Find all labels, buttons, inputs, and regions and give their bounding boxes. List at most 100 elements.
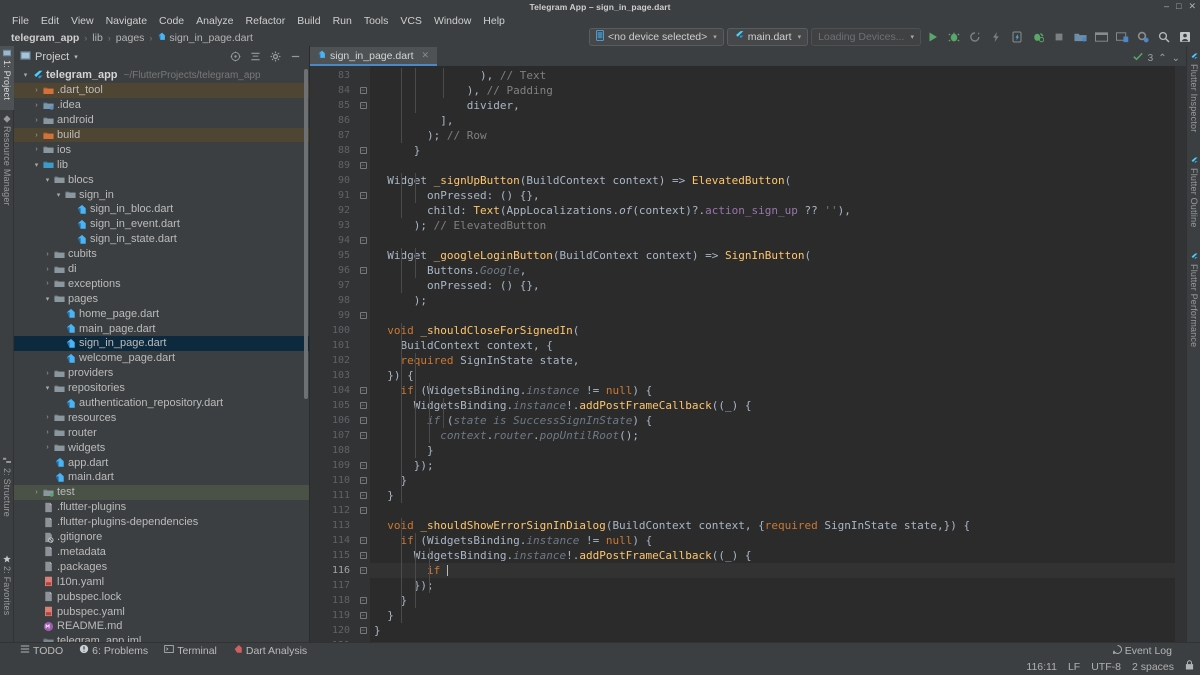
menu-item-build[interactable]: Build <box>291 14 326 29</box>
read-only-icon[interactable] <box>1185 660 1194 673</box>
minimize-button[interactable]: – <box>1164 2 1169 11</box>
code-line[interactable]: }); <box>370 578 1186 593</box>
inspection-prev-button[interactable]: ⌃ <box>1158 53 1166 64</box>
tree-node--metadata[interactable]: .metadata <box>14 545 309 560</box>
tree-node-cubits[interactable]: › cubits <box>14 247 309 262</box>
project-structure-icon[interactable] <box>1071 28 1089 46</box>
chevron-right-icon[interactable]: › <box>42 266 53 273</box>
fold-toggle-icon[interactable]: − <box>356 143 370 158</box>
code-line[interactable]: }); <box>370 458 1186 473</box>
breadcrumb-file[interactable]: sign_in_page.dart <box>154 32 255 44</box>
code-line[interactable]: } <box>370 488 1186 503</box>
hot-reload-icon[interactable] <box>987 28 1005 46</box>
menu-item-edit[interactable]: Edit <box>35 14 65 29</box>
fold-toggle-icon[interactable]: − <box>356 638 370 642</box>
code-line[interactable]: Widget _signUpButton(BuildContext contex… <box>370 173 1186 188</box>
tree-node-android[interactable]: › android <box>14 113 309 128</box>
open-devtools-icon[interactable] <box>1029 28 1047 46</box>
menu-item-vcs[interactable]: VCS <box>394 14 428 29</box>
code-line[interactable]: } <box>370 473 1186 488</box>
fold-toggle-icon[interactable]: − <box>356 428 370 443</box>
rail-item-favorites[interactable]: 2: Favorites <box>0 552 14 642</box>
locate-icon[interactable] <box>230 51 241 62</box>
code-line[interactable]: void _shouldCloseForSignedIn( <box>370 323 1186 338</box>
rail-item-project[interactable]: 1: Project <box>0 46 14 110</box>
chevron-down-icon[interactable]: ▾ <box>20 71 31 79</box>
tree-node-exceptions[interactable]: › exceptions <box>14 276 309 291</box>
tree-node--flutter-plugins[interactable]: .flutter-plugins <box>14 500 309 515</box>
code-line[interactable]: BuildContext context, { <box>370 338 1186 353</box>
event-log-button[interactable]: Event Log <box>1112 645 1172 657</box>
chevron-right-icon[interactable]: › <box>31 489 42 496</box>
chevron-down-icon[interactable]: ▾ <box>53 191 64 199</box>
tool-window-6-problems[interactable]: 6: Problems <box>79 644 148 657</box>
rail-item-flutter-inspector[interactable]: Flutter Inspector <box>1187 50 1200 150</box>
chevron-right-icon[interactable]: › <box>31 146 42 153</box>
menu-item-refactor[interactable]: Refactor <box>240 14 292 29</box>
fold-toggle-icon[interactable]: − <box>356 413 370 428</box>
breadcrumb-pages[interactable]: pages <box>113 32 148 44</box>
code-line[interactable] <box>370 503 1186 518</box>
chevron-down-icon[interactable]: ▾ <box>74 53 78 61</box>
breadcrumb-project[interactable]: telegram_app <box>8 32 82 44</box>
fold-toggle-icon[interactable]: − <box>356 548 370 563</box>
code-line[interactable] <box>370 158 1186 173</box>
tree-node-sign-in-event-dart[interactable]: sign_in_event.dart <box>14 217 309 232</box>
rail-item-flutter-performance[interactable]: Flutter Performance <box>1187 250 1200 374</box>
tree-node-sign-in-page-dart[interactable]: sign_in_page.dart <box>14 336 309 351</box>
code-line[interactable]: ), // Padding <box>370 83 1186 98</box>
code-line[interactable]: if (WidgetsBinding.instance != null) { <box>370 533 1186 548</box>
gear-icon[interactable] <box>270 51 281 62</box>
debug-icon[interactable] <box>945 28 963 46</box>
fold-toggle-icon[interactable]: − <box>356 233 370 248</box>
menu-item-navigate[interactable]: Navigate <box>100 14 153 29</box>
tree-node-providers[interactable]: › providers <box>14 366 309 381</box>
project-tree[interactable]: ▾ telegram_app ~/FlutterProjects/telegram_… <box>14 67 309 642</box>
menu-item-run[interactable]: Run <box>327 14 358 29</box>
code-line[interactable]: Buttons.Google, <box>370 263 1186 278</box>
chevron-down-icon[interactable]: ▾ <box>42 384 53 392</box>
tree-node-welcome-page-dart[interactable]: welcome_page.dart <box>14 351 309 366</box>
code-line[interactable]: }) { <box>370 368 1186 383</box>
tree-node-sign-in[interactable]: ▾ sign_in <box>14 187 309 202</box>
code-line[interactable]: context.router.popUntilRoot(); <box>370 428 1186 443</box>
code-line[interactable] <box>370 308 1186 323</box>
file-encoding[interactable]: UTF-8 <box>1091 661 1121 673</box>
code-content[interactable]: ), // Text ), // Padding divider, ], ); … <box>370 66 1186 642</box>
tree-node-main-dart[interactable]: main.dart <box>14 470 309 485</box>
editor-marker-strip[interactable] <box>1175 66 1186 642</box>
chevron-right-icon[interactable]: › <box>31 102 42 109</box>
tree-node-widgets[interactable]: › widgets <box>14 440 309 455</box>
close-icon[interactable]: ✕ <box>421 50 429 61</box>
fold-toggle-icon[interactable]: − <box>356 503 370 518</box>
tree-node-sign-in-state-dart[interactable]: sign_in_state.dart <box>14 232 309 247</box>
chevron-right-icon[interactable]: › <box>42 414 53 421</box>
fold-toggle-icon[interactable]: − <box>356 593 370 608</box>
code-line[interactable]: onPressed: () {}, <box>370 188 1186 203</box>
code-line[interactable] <box>370 233 1186 248</box>
code-line[interactable]: void _shouldShowErrorSignInDialog(BuildC… <box>370 518 1186 533</box>
code-line[interactable]: divider, <box>370 98 1186 113</box>
fold-toggle-icon[interactable]: − <box>356 83 370 98</box>
fold-toggle-icon[interactable]: − <box>356 398 370 413</box>
settings-sync-icon[interactable] <box>1134 28 1152 46</box>
tree-node-repositories[interactable]: ▾ repositories <box>14 381 309 396</box>
chevron-right-icon[interactable]: › <box>42 444 53 451</box>
code-line[interactable]: WidgetsBinding.instance!.addPostFrameCal… <box>370 398 1186 413</box>
menu-item-view[interactable]: View <box>65 14 100 29</box>
tree-node--gitignore[interactable]: .gitignore <box>14 530 309 545</box>
tree-node-telegram-app[interactable]: ▾ telegram_app ~/FlutterProjects/telegram_… <box>14 68 309 83</box>
tree-node-readme-md[interactable]: README.md <box>14 619 309 634</box>
line-separator[interactable]: LF <box>1068 661 1080 673</box>
chevron-right-icon[interactable]: › <box>42 370 53 377</box>
code-editor[interactable]: 83 84 85 86 87 88 89 90 91 92 93 94 95 96 97 98 99 100 101… <box>310 66 1186 642</box>
fold-toggle-icon[interactable]: − <box>356 158 370 173</box>
tree-node-pubspec-yaml[interactable]: pubspec.yaml <box>14 604 309 619</box>
tree-node-main-page-dart[interactable]: main_page.dart <box>14 321 309 336</box>
tree-node-l10n-yaml[interactable]: l10n.yaml <box>14 574 309 589</box>
chevron-right-icon[interactable]: › <box>42 280 53 287</box>
tree-node--packages[interactable]: .packages <box>14 559 309 574</box>
indent-setting[interactable]: 2 spaces <box>1132 661 1174 673</box>
hide-icon[interactable] <box>290 51 301 62</box>
chevron-down-icon[interactable]: ▾ <box>42 295 53 303</box>
